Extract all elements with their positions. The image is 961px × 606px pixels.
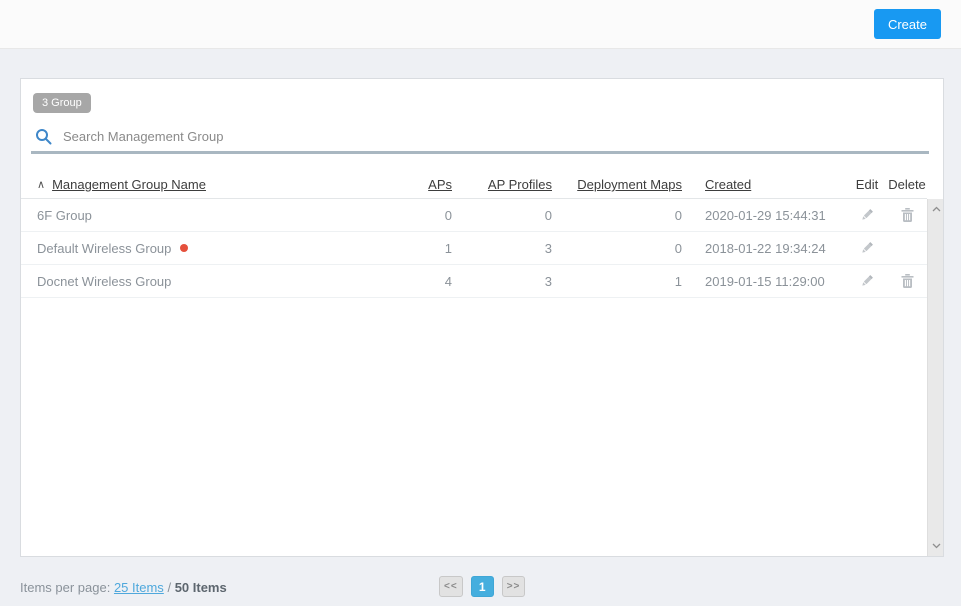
- column-header-edit: Edit: [847, 177, 887, 192]
- pagination: << 1 >>: [439, 576, 526, 597]
- delete-cell: [887, 238, 927, 259]
- edit-button[interactable]: [857, 238, 877, 258]
- deployment-maps-cell: 0: [674, 207, 682, 223]
- group-count-badge: 3 Group: [33, 93, 91, 113]
- delete-button[interactable]: [898, 205, 917, 225]
- column-header-label[interactable]: Created: [705, 177, 751, 192]
- top-bar: Create: [0, 0, 961, 49]
- group-name: 6F Group: [37, 207, 92, 223]
- column-header-label: Delete: [888, 177, 926, 192]
- delete-cell: [887, 271, 927, 292]
- next-page-button[interactable]: >>: [501, 576, 526, 597]
- column-header-delete: Delete: [887, 177, 927, 192]
- created-cell: 2019-01-15 11:29:00: [705, 273, 825, 289]
- delete-icon: [900, 207, 915, 226]
- table-header: ∧ Management Group Name APs AP Profiles …: [21, 171, 927, 199]
- total-items-label: 50 Items: [174, 580, 227, 595]
- search-underline: [31, 151, 929, 154]
- table-body: 6F Group 0 0 0 2020-01-29 15:44:31 Defau…: [21, 199, 927, 556]
- edit-icon: [859, 274, 875, 292]
- edit-button[interactable]: [857, 205, 877, 225]
- column-header-aps[interactable]: APs: [392, 177, 452, 192]
- column-header-management-group-name[interactable]: ∧ Management Group Name: [21, 177, 392, 192]
- group-name-cell: Default Wireless Group: [21, 241, 392, 256]
- column-header-label[interactable]: Deployment Maps: [577, 177, 682, 192]
- column-header-created[interactable]: Created: [682, 177, 847, 192]
- column-header-label[interactable]: AP Profiles: [488, 177, 552, 192]
- scroll-up-icon[interactable]: [928, 201, 944, 217]
- column-header-label[interactable]: Management Group Name: [52, 177, 206, 192]
- group-name: Default Wireless Group: [37, 240, 172, 256]
- ap-profiles-cell: 3: [544, 240, 552, 256]
- edit-icon: [859, 241, 875, 259]
- edit-cell: [847, 205, 887, 226]
- aps-cell: 0: [444, 207, 452, 223]
- table-row[interactable]: 6F Group 0 0 0 2020-01-29 15:44:31: [21, 199, 927, 232]
- prev-page-button[interactable]: <<: [439, 576, 463, 597]
- aps-cell: 4: [444, 273, 452, 289]
- ap-profiles-cell: 0: [544, 207, 552, 223]
- delete-cell: [887, 205, 927, 226]
- current-page-button[interactable]: 1: [470, 576, 494, 597]
- page-size-link[interactable]: 25 Items: [114, 580, 164, 595]
- items-separator: /: [167, 580, 172, 595]
- group-name: Docnet Wireless Group: [37, 273, 172, 289]
- search-bar: [31, 123, 929, 151]
- status-dot: [180, 244, 189, 252]
- edit-cell: [847, 238, 887, 259]
- column-header-label[interactable]: APs: [428, 177, 452, 192]
- column-header-deployment-maps[interactable]: Deployment Maps: [552, 177, 682, 192]
- delete-button[interactable]: [898, 271, 917, 291]
- items-per-page-label: Items per page:: [20, 580, 111, 595]
- edit-button[interactable]: [857, 271, 877, 291]
- edit-icon: [859, 208, 875, 226]
- scroll-down-icon[interactable]: [928, 538, 944, 554]
- items-per-page: Items per page: 25 Items / 50 Items: [20, 580, 227, 595]
- group-name-cell: Docnet Wireless Group: [21, 274, 392, 289]
- column-header-label: Edit: [855, 177, 879, 192]
- deployment-maps-cell: 1: [674, 273, 682, 289]
- search-input[interactable]: [63, 123, 929, 149]
- edit-cell: [847, 271, 887, 292]
- sort-asc-icon[interactable]: ∧: [37, 178, 45, 191]
- create-button[interactable]: Create: [873, 9, 941, 39]
- delete-icon: [900, 273, 915, 292]
- group-name-cell: 6F Group: [21, 208, 392, 223]
- created-cell: 2018-01-22 19:34:24: [705, 240, 826, 256]
- created-cell: 2020-01-29 15:44:31: [705, 207, 826, 223]
- table-row[interactable]: Default Wireless Group 1 3 0 2018-01-22 …: [21, 232, 927, 265]
- vertical-scrollbar[interactable]: [927, 199, 943, 556]
- aps-cell: 1: [444, 240, 452, 256]
- management-group-panel: 3 Group ∧ Management Group Name APs AP P…: [20, 78, 944, 557]
- column-header-ap-profiles[interactable]: AP Profiles: [452, 177, 552, 192]
- deployment-maps-cell: 0: [674, 240, 682, 256]
- table-row[interactable]: Docnet Wireless Group 4 3 1 2019-01-15 1…: [21, 265, 927, 298]
- ap-profiles-cell: 3: [544, 273, 552, 289]
